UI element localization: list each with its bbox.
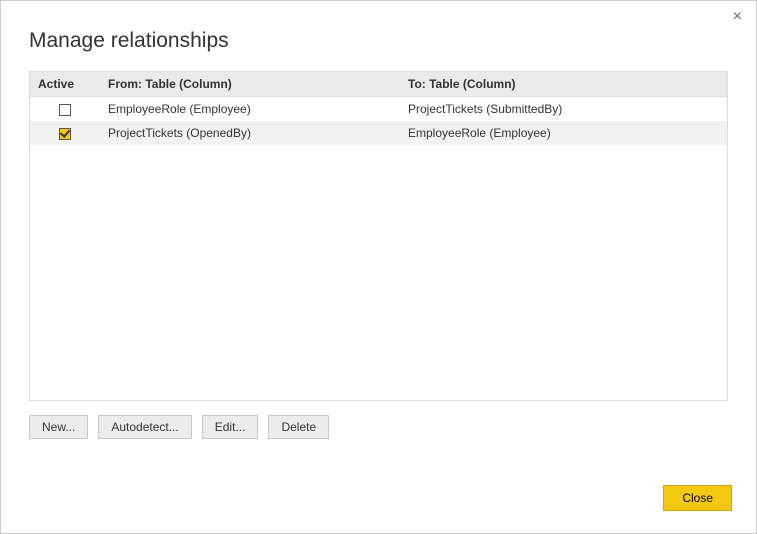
- cell-active: [30, 121, 100, 145]
- relationships-table: Active From: Table (Column) To: Table (C…: [30, 72, 727, 145]
- table-row[interactable]: ProjectTickets (OpenedBy)EmployeeRole (E…: [30, 121, 727, 145]
- action-button-row: New... Autodetect... Edit... Delete: [1, 401, 756, 439]
- header-from[interactable]: From: Table (Column): [100, 72, 400, 97]
- new-button[interactable]: New...: [29, 415, 88, 439]
- table-row[interactable]: EmployeeRole (Employee)ProjectTickets (S…: [30, 97, 727, 122]
- delete-button[interactable]: Delete: [268, 415, 329, 439]
- edit-button[interactable]: Edit...: [202, 415, 259, 439]
- header-active[interactable]: Active: [30, 72, 100, 97]
- table-header-row: Active From: Table (Column) To: Table (C…: [30, 72, 727, 97]
- header-to[interactable]: To: Table (Column): [400, 72, 727, 97]
- autodetect-button[interactable]: Autodetect...: [98, 415, 191, 439]
- active-checkbox[interactable]: [59, 104, 71, 116]
- manage-relationships-dialog: × Manage relationships Active From: Tabl…: [0, 0, 757, 534]
- cell-to: EmployeeRole (Employee): [400, 121, 727, 145]
- cell-active: [30, 97, 100, 122]
- cell-from: ProjectTickets (OpenedBy): [100, 121, 400, 145]
- close-icon[interactable]: ×: [733, 9, 742, 25]
- active-checkbox[interactable]: [59, 128, 71, 140]
- cell-from: EmployeeRole (Employee): [100, 97, 400, 122]
- relationships-table-container: Active From: Table (Column) To: Table (C…: [29, 71, 728, 401]
- dialog-title: Manage relationships: [1, 1, 756, 71]
- cell-to: ProjectTickets (SubmittedBy): [400, 97, 727, 122]
- close-button[interactable]: Close: [663, 485, 732, 511]
- dialog-footer: Close: [663, 485, 732, 511]
